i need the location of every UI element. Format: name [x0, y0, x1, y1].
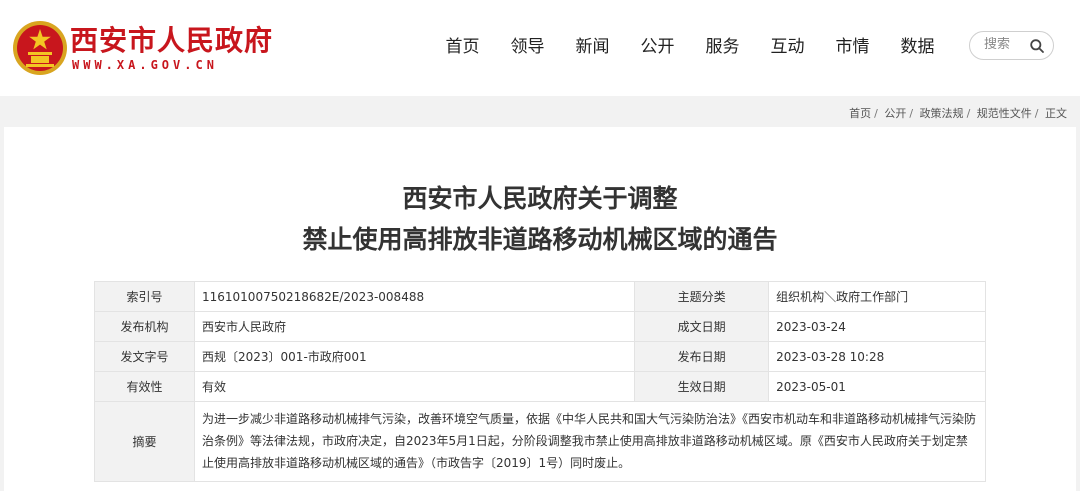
- site-domain: WWW.XA.GOV.CN: [72, 58, 218, 72]
- table-row: 索引号 11610100750218682E/2023-008488 主题分类 …: [94, 281, 986, 312]
- nav-item-public[interactable]: 公开: [625, 34, 690, 60]
- article-title-line1: 西安市人民政府关于调整: [402, 184, 678, 213]
- document-meta-table: 索引号 11610100750218682E/2023-008488 主题分类 …: [94, 281, 986, 482]
- national-emblem-icon[interactable]: [12, 20, 68, 76]
- meta-value: 2023-05-01: [768, 371, 986, 402]
- meta-value: 2023-03-24: [768, 311, 986, 342]
- site-title[interactable]: 西安市人民政府: [70, 24, 273, 58]
- breadcrumb-home[interactable]: 首页: [849, 107, 871, 120]
- meta-label: 发文字号: [94, 341, 195, 372]
- meta-label: 有效性: [94, 371, 195, 402]
- breadcrumb: 首页 / 公开 / 政策法规 / 规范性文件 / 正文: [849, 107, 1067, 120]
- table-row: 发文字号 西规〔2023〕001-市政府001 发布日期 2023-03-28 …: [94, 341, 986, 372]
- meta-value: 11610100750218682E/2023-008488: [193, 281, 636, 312]
- site-header: 西安市人民政府 WWW.XA.GOV.CN 首页 领导 新闻 公开 服务 互动 …: [0, 0, 1080, 96]
- meta-label: 成文日期: [634, 311, 770, 342]
- nav-item-news[interactable]: 新闻: [560, 34, 625, 60]
- breadcrumb-policy[interactable]: 政策法规: [920, 107, 964, 120]
- summary-label: 摘要: [94, 401, 195, 482]
- nav-item-city-info[interactable]: 市情: [820, 34, 885, 60]
- meta-label: 发布日期: [634, 341, 770, 372]
- search-icon[interactable]: [1029, 38, 1045, 54]
- search-input[interactable]: [984, 37, 1030, 52]
- nav-item-interaction[interactable]: 互动: [755, 34, 820, 60]
- breadcrumb-current: 正文: [1045, 107, 1067, 120]
- search-box: [969, 31, 1054, 60]
- meta-label: 索引号: [94, 281, 195, 312]
- meta-value: 2023-03-28 10:28: [768, 341, 986, 372]
- main-nav: 首页 领导 新闻 公开 服务 互动 市情 数据: [430, 34, 950, 60]
- meta-value: 西安市人民政府: [193, 311, 636, 342]
- nav-item-leaders[interactable]: 领导: [495, 34, 560, 60]
- table-row: 发布机构 西安市人民政府 成文日期 2023-03-24: [94, 311, 986, 342]
- table-row: 有效性 有效 生效日期 2023-05-01: [94, 371, 986, 402]
- nav-item-services[interactable]: 服务: [690, 34, 755, 60]
- meta-value: 有效: [193, 371, 636, 402]
- meta-label: 生效日期: [634, 371, 770, 402]
- article-title-line2: 禁止使用高排放非道路移动机械区域的通告: [302, 225, 778, 254]
- article-panel: 西安市人民政府关于调整 禁止使用高排放非道路移动机械区域的通告 索引号 1161…: [4, 127, 1076, 491]
- nav-item-home[interactable]: 首页: [430, 34, 495, 60]
- table-row: 摘要 为进一步减少非道路移动机械排气污染，改善环境空气质量，依据《中华人民共和国…: [94, 401, 986, 482]
- meta-value: 西规〔2023〕001-市政府001: [193, 341, 636, 372]
- summary-text: 为进一步减少非道路移动机械排气污染，改善环境空气质量，依据《中华人民共和国大气污…: [194, 401, 986, 482]
- breadcrumb-public[interactable]: 公开: [884, 107, 906, 120]
- nav-item-data[interactable]: 数据: [885, 34, 950, 60]
- breadcrumb-normative-docs[interactable]: 规范性文件: [977, 107, 1032, 120]
- meta-label: 主题分类: [634, 281, 770, 312]
- meta-value: 组织机构＼政府工作部门: [768, 281, 986, 312]
- meta-label: 发布机构: [94, 311, 195, 342]
